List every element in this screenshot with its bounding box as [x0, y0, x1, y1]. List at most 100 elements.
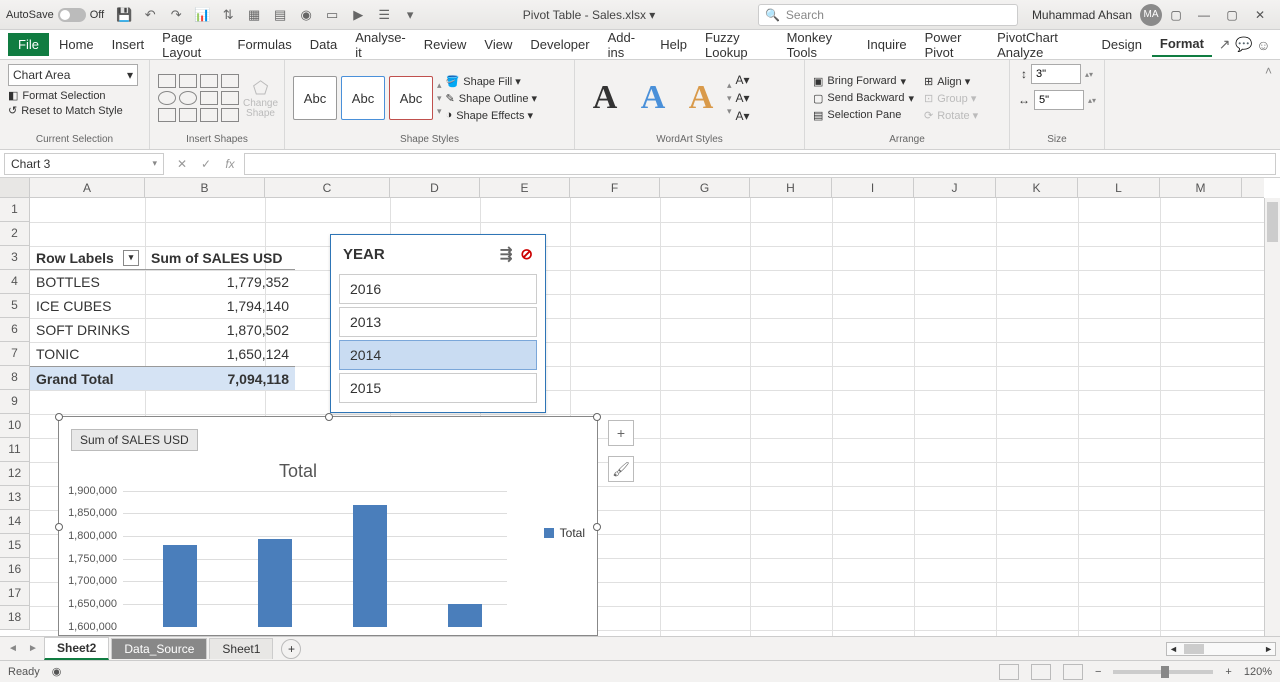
horizontal-scrollbar[interactable]: ◄►	[1166, 642, 1276, 656]
slicer-item-2014[interactable]: 2014	[339, 340, 537, 370]
slicer-item-2013[interactable]: 2013	[339, 307, 537, 337]
row-header[interactable]: 2	[0, 222, 29, 246]
text-outline-button[interactable]: A▾	[736, 91, 750, 105]
redo-icon[interactable]: ↷	[166, 5, 186, 25]
sheet-tab-sheet2[interactable]: Sheet2	[44, 637, 109, 660]
pivot-row-label[interactable]: SOFT DRINKS	[30, 318, 145, 342]
wordart-style-3[interactable]: A	[679, 79, 723, 117]
page-break-view-button[interactable]	[1063, 664, 1083, 680]
row-header[interactable]: 7	[0, 342, 29, 366]
tab-developer[interactable]: Developer	[522, 33, 597, 56]
chart-styles-button[interactable]: 🖌	[608, 456, 634, 482]
tab-data[interactable]: Data	[302, 33, 345, 56]
add-sheet-button[interactable]: +	[281, 639, 301, 659]
formula-input[interactable]	[244, 153, 1276, 175]
row-header[interactable]: 9	[0, 390, 29, 414]
tab-fuzzy-lookup[interactable]: Fuzzy Lookup	[697, 26, 777, 64]
macro-record-icon[interactable]: ◉	[52, 665, 62, 678]
row-header[interactable]: 18	[0, 606, 29, 630]
tab-addins[interactable]: Add-ins	[600, 26, 651, 64]
tab-monkey-tools[interactable]: Monkey Tools	[779, 26, 857, 64]
search-box[interactable]: 🔍 Search	[758, 4, 1018, 26]
shape-style-2[interactable]: Abc	[341, 76, 385, 120]
chart-field-button[interactable]: Sum of SALES USD	[71, 429, 198, 451]
row-header[interactable]: 12	[0, 462, 29, 486]
row-header[interactable]: 6	[0, 318, 29, 342]
chart-elements-button[interactable]: +	[608, 420, 634, 446]
clear-filter-icon[interactable]: ⊘	[520, 245, 533, 263]
sheet-nav-prev[interactable]: ◄	[4, 643, 22, 654]
normal-view-button[interactable]	[999, 664, 1019, 680]
vertical-scrollbar[interactable]	[1264, 198, 1280, 636]
pivot-row-value[interactable]: 1,650,124	[145, 342, 295, 366]
filter-icon[interactable]: ▦	[244, 5, 264, 25]
cancel-formula-icon[interactable]: ✕	[172, 157, 192, 171]
user-section[interactable]: Muhammad Ahsan MA	[1032, 4, 1162, 26]
tab-insert[interactable]: Insert	[104, 33, 153, 56]
col-header-c[interactable]: C	[265, 178, 390, 197]
tab-review[interactable]: Review	[416, 33, 475, 56]
pivot-row-labels-header[interactable]: Row Labels ▾	[30, 246, 145, 270]
align-button[interactable]: ⊞Align ▾	[924, 75, 978, 88]
shape-effects-button[interactable]: ◑Shape Effects ▾	[446, 109, 538, 122]
fx-icon[interactable]: fx	[220, 157, 240, 171]
tab-view[interactable]: View	[476, 33, 520, 56]
sheet-nav-next[interactable]: ►	[24, 643, 42, 654]
row-header[interactable]: 10	[0, 414, 29, 438]
chart-bar-ice-cubes[interactable]	[258, 539, 292, 627]
pivot-row-label[interactable]: ICE CUBES	[30, 294, 145, 318]
close-icon[interactable]: ✕	[1246, 1, 1274, 29]
tab-help[interactable]: Help	[652, 33, 695, 56]
row-header[interactable]: 8	[0, 366, 29, 390]
shapes-gallery[interactable]	[158, 74, 239, 122]
tab-inquire[interactable]: Inquire	[859, 33, 915, 56]
tab-pivotchart-analyze[interactable]: PivotChart Analyze	[989, 26, 1091, 64]
tab-power-pivot[interactable]: Power Pivot	[917, 26, 988, 64]
bring-forward-button[interactable]: ▣Bring Forward▾	[813, 75, 914, 88]
col-header-i[interactable]: I	[832, 178, 914, 197]
row-header[interactable]: 15	[0, 534, 29, 558]
reset-style-button[interactable]: ↺Reset to Match Style	[8, 104, 141, 117]
cells-area[interactable]: Row Labels ▾ Sum of SALES USD BOTTLES 1,…	[30, 198, 1264, 636]
tab-design[interactable]: Design	[1093, 33, 1149, 56]
minimize-icon[interactable]: —	[1190, 1, 1218, 29]
row-header[interactable]: 11	[0, 438, 29, 462]
zoom-in-button[interactable]: +	[1225, 666, 1231, 678]
tab-format[interactable]: Format	[1152, 32, 1212, 57]
sheet-tab-data-source[interactable]: Data_Source	[111, 638, 207, 659]
shape-style-3[interactable]: Abc	[389, 76, 433, 120]
save-icon[interactable]: 💾	[114, 5, 134, 25]
chart-bar-soft-drinks[interactable]	[353, 505, 387, 627]
macro-icon[interactable]: ▶	[348, 5, 368, 25]
col-header-g[interactable]: G	[660, 178, 750, 197]
fill-icon[interactable]: ◉	[296, 5, 316, 25]
col-header-m[interactable]: M	[1160, 178, 1242, 197]
row-header[interactable]: 17	[0, 582, 29, 606]
pivot-row-value[interactable]: 1,794,140	[145, 294, 295, 318]
col-header-l[interactable]: L	[1078, 178, 1160, 197]
pivot-grand-total-value[interactable]: 7,094,118	[145, 366, 295, 390]
pivot-row-label[interactable]: BOTTLES	[30, 270, 145, 294]
pivot-chart[interactable]: Sum of SALES USD Total 1,900,000 1,850,0…	[58, 416, 598, 636]
tab-formulas[interactable]: Formulas	[230, 33, 300, 56]
chart-title[interactable]: Total	[59, 461, 537, 482]
chart-bar-tonic[interactable]	[448, 604, 482, 627]
col-header-a[interactable]: A	[30, 178, 145, 197]
wordart-style-2[interactable]: A	[631, 79, 675, 117]
undo-icon[interactable]: ↶	[140, 5, 160, 25]
multi-select-icon[interactable]: ⇶	[500, 245, 513, 263]
share-icon[interactable]: ↗	[1216, 34, 1233, 56]
chart-bar-bottles[interactable]	[163, 545, 197, 627]
shape-width-input[interactable]	[1034, 90, 1084, 110]
name-box[interactable]: Chart 3 ▾	[4, 153, 164, 175]
tab-page-layout[interactable]: Page Layout	[154, 26, 227, 64]
slicer-item-2015[interactable]: 2015	[339, 373, 537, 403]
pivot-values-header[interactable]: Sum of SALES USD	[145, 246, 295, 270]
row-header[interactable]: 13	[0, 486, 29, 510]
col-header-k[interactable]: K	[996, 178, 1078, 197]
pivot-icon[interactable]: ▤	[270, 5, 290, 25]
page-layout-view-button[interactable]	[1031, 664, 1051, 680]
accept-formula-icon[interactable]: ✓	[196, 157, 216, 171]
qat-more-icon[interactable]: ▾	[400, 5, 420, 25]
select-all-button[interactable]	[0, 178, 30, 197]
